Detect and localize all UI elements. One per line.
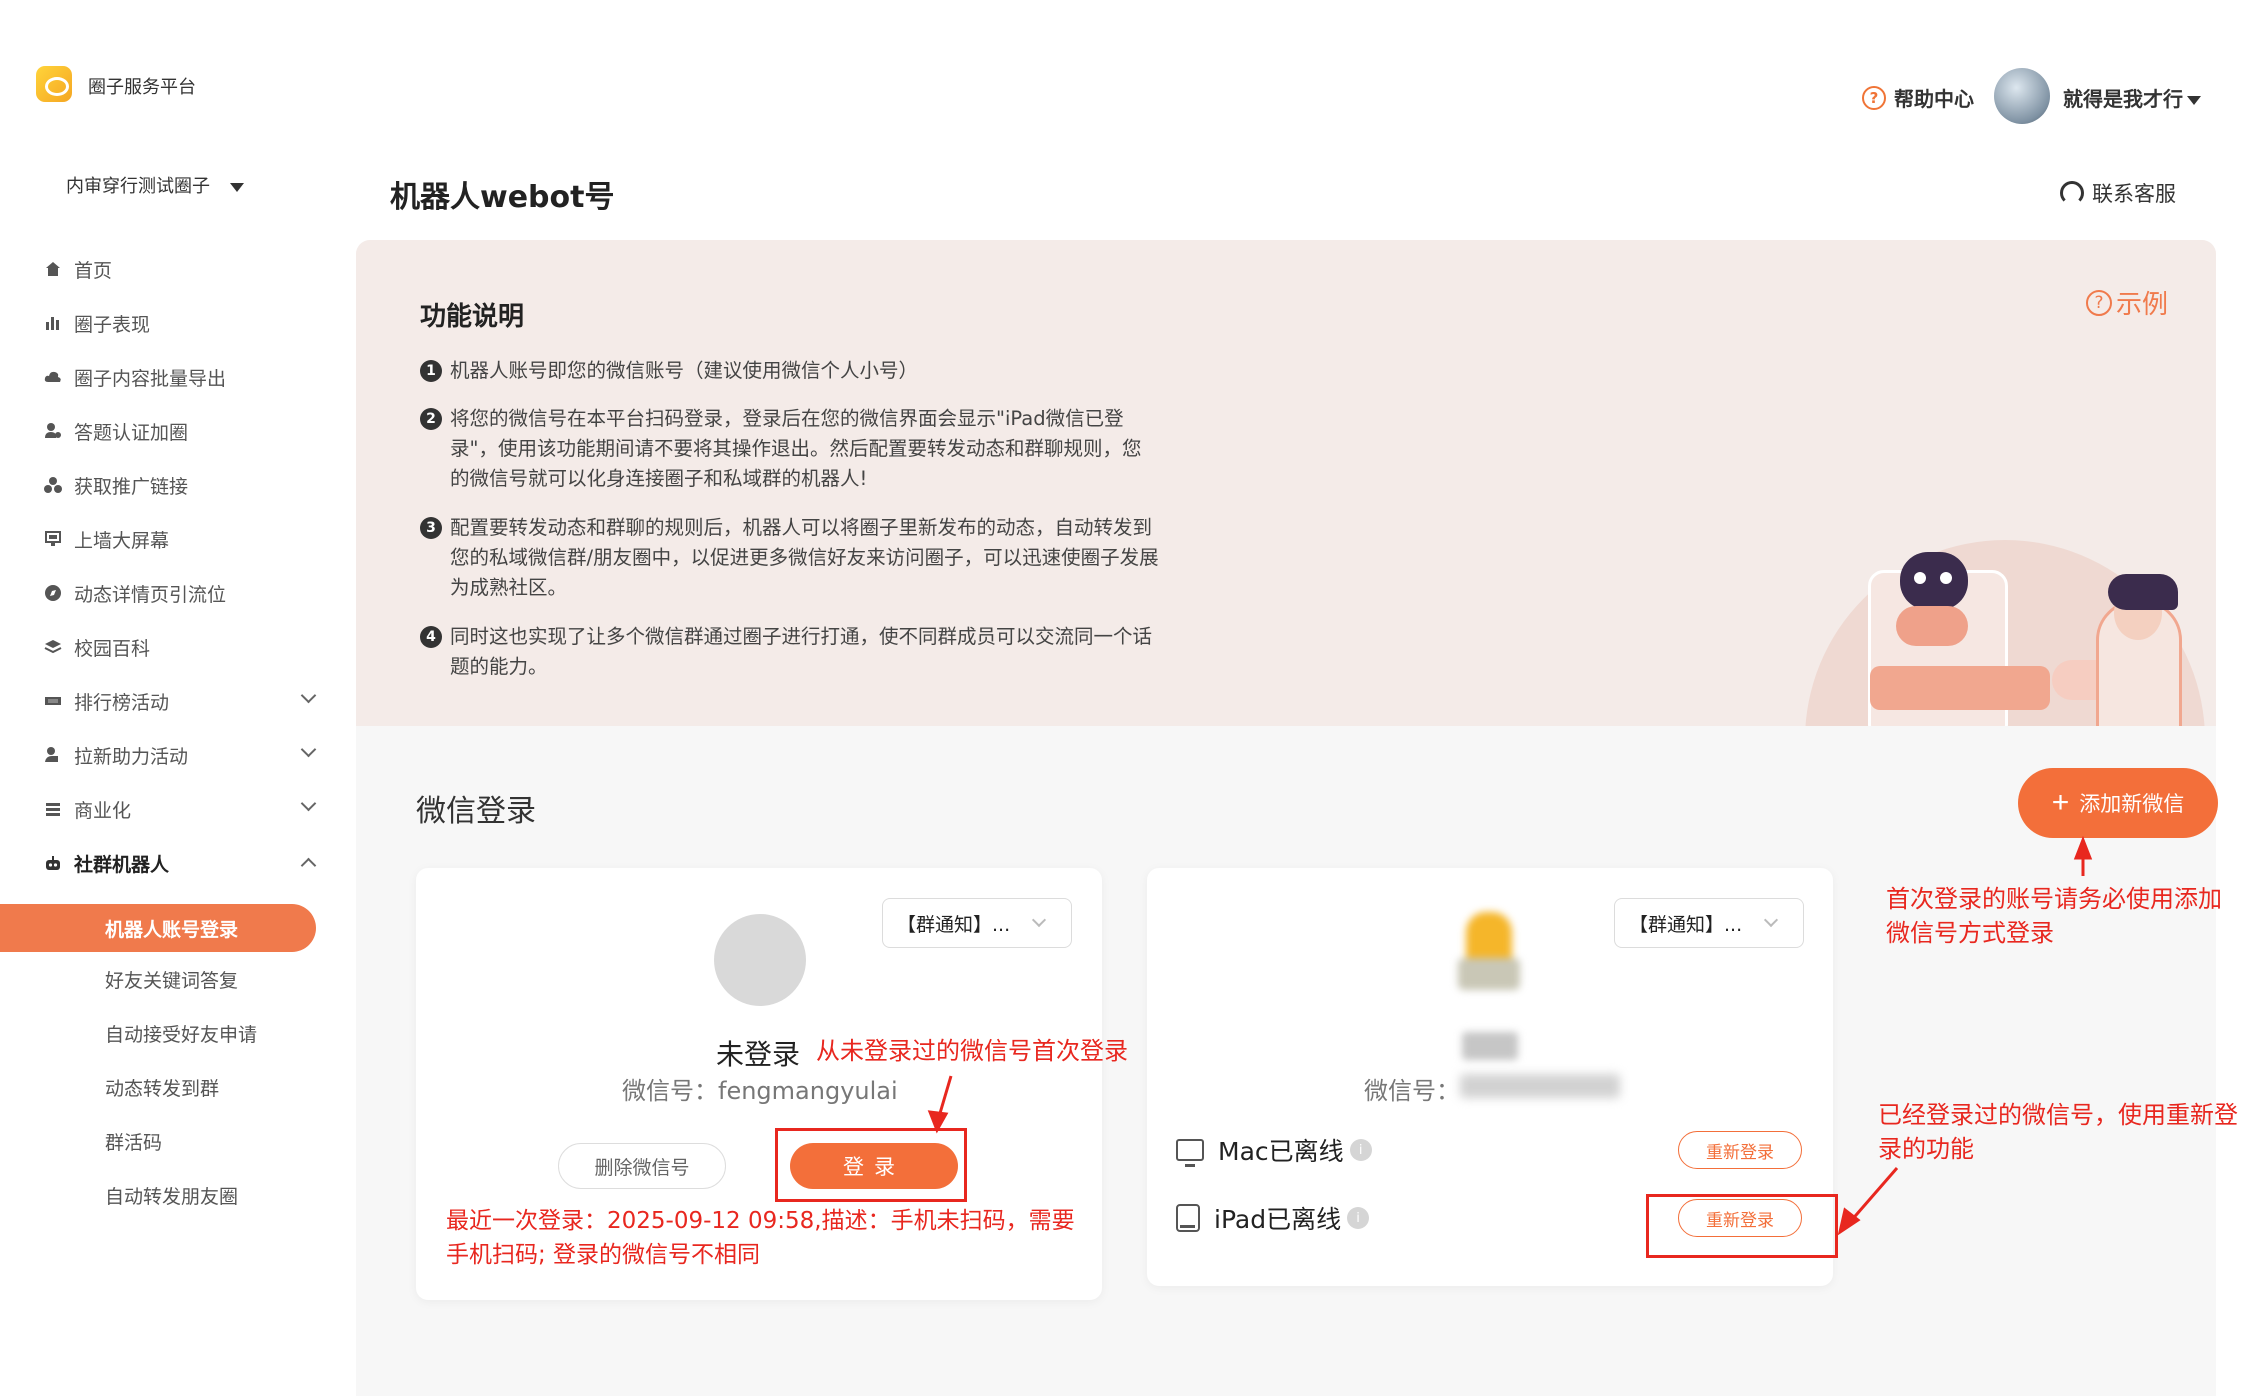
app-root: 圈子服务平台 ? 帮助中心 就得是我才行 内审穿行测试圈子 首页 圈子表现 圈子…	[0, 0, 2245, 1396]
arrow-relogin	[1837, 1167, 1899, 1236]
arrow-add-new	[2073, 835, 2093, 876]
annotation-arrows	[927, 835, 2093, 1236]
arrow-first-login	[927, 1075, 953, 1134]
